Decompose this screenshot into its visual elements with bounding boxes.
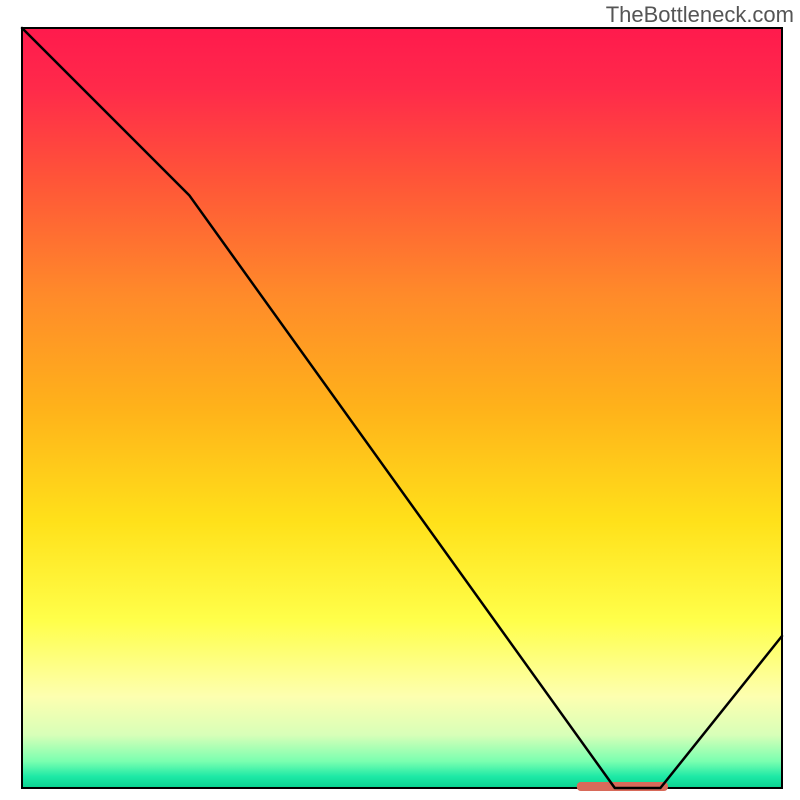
chart-container: TheBottleneck.com (0, 0, 800, 800)
optimal-zone-marker (577, 782, 668, 791)
bottleneck-chart (0, 0, 800, 800)
watermark-text: TheBottleneck.com (606, 2, 794, 28)
